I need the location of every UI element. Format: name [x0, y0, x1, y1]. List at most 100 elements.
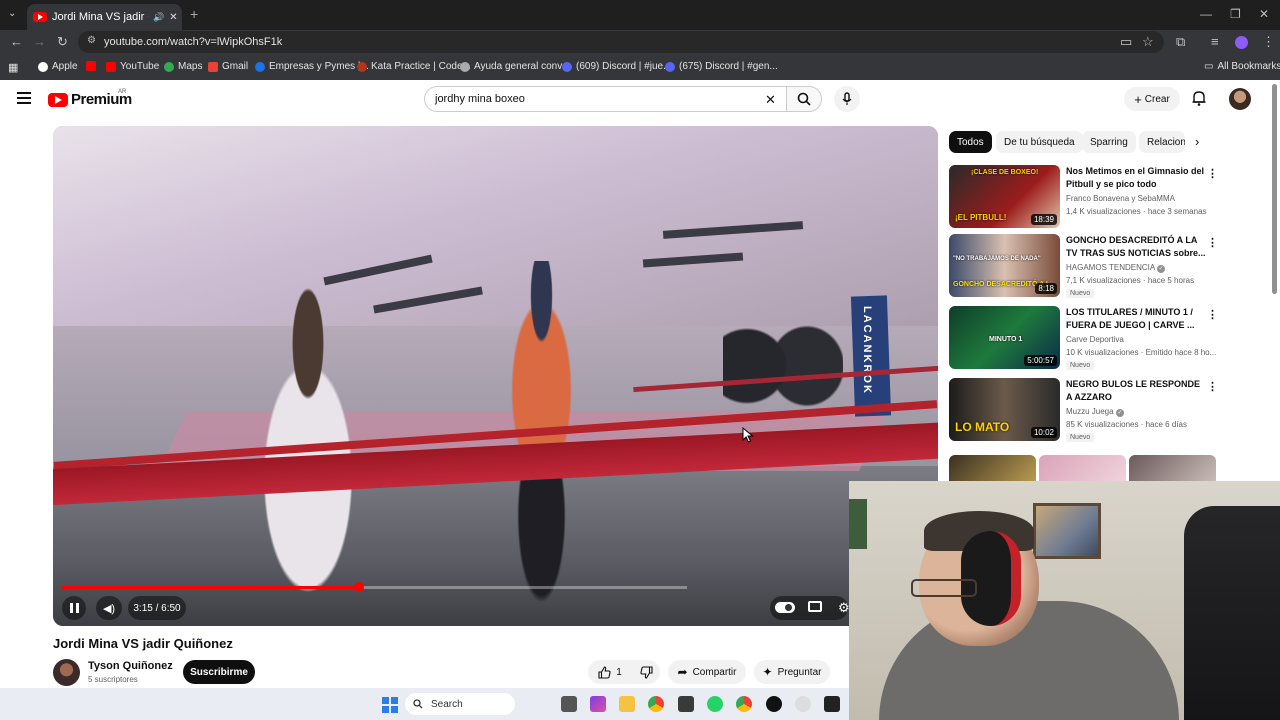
more-options-icon[interactable]: ⋮ [1207, 236, 1218, 249]
ask-button[interactable]: ✦ Preguntar [754, 660, 830, 684]
video-player[interactable]: LACANKROK [53, 126, 938, 626]
youtube-premium-logo[interactable]: Premium AR [48, 89, 132, 108]
chevron-right-icon[interactable]: › [1195, 134, 1199, 149]
audio-playing-icon[interactable]: 🔊 [153, 12, 164, 23]
calculator-icon[interactable] [678, 696, 694, 712]
notifications-button[interactable] [1192, 90, 1206, 111]
bookmark-youtube-red[interactable] [86, 61, 96, 71]
app-icon[interactable] [590, 696, 606, 712]
microphone-icon [842, 92, 852, 105]
spectators [723, 276, 843, 426]
thumbnail-text: ¡CLASE DE BOXEO! [971, 169, 1039, 176]
browser-tab[interactable]: Jordi Mina VS jadir Quiñonez 🔊 ✕ [27, 4, 182, 30]
recommendation-meta: 7,1 K visualizaciones · hace 5 horas [1066, 276, 1195, 285]
bookmark-kata[interactable]: Kata Practice | Code... [357, 61, 471, 72]
bookmark-gmail[interactable]: Gmail [208, 61, 248, 72]
search-input[interactable]: jordhy mina boxeo ✕ [424, 86, 786, 112]
file-explorer-icon[interactable] [619, 696, 635, 712]
profile-icon[interactable] [1235, 36, 1248, 49]
duration-badge: 18:39 [1030, 214, 1057, 225]
app-icon[interactable] [766, 696, 782, 712]
chip-de-tu-busqueda[interactable]: De tu búsqueda [996, 131, 1083, 153]
page-scrollbar[interactable] [1272, 84, 1277, 294]
apps-grid-icon[interactable]: ▦ [8, 61, 18, 74]
recommendation-item[interactable]: "NO TRABAJAMOS DE NADA" GONCHO DESACREDI… [949, 234, 1219, 298]
like-button[interactable]: 1 [588, 660, 632, 684]
volume-icon: ◀) [102, 602, 116, 615]
app-icon[interactable] [795, 696, 811, 712]
tab-close-icon[interactable]: ✕ [169, 12, 177, 23]
recommendation-item[interactable]: LO MATO 10:02 NEGRO BULOS LE RESPONDE A … [949, 378, 1219, 442]
chrome-icon[interactable] [736, 696, 752, 712]
chrome-menu-icon[interactable]: ⋮ [1262, 34, 1275, 50]
recommendation-item[interactable]: MINUTO 1 5:00:57 LOS TITULARES / MINUTO … [949, 306, 1219, 370]
minimize-icon[interactable]: — [1200, 7, 1212, 21]
voice-search-button[interactable] [834, 86, 860, 112]
channel-avatar[interactable] [53, 659, 80, 686]
clear-search-icon[interactable]: ✕ [765, 92, 776, 108]
dislike-button[interactable] [632, 660, 660, 684]
address-bar[interactable]: ⚙ youtube.com/watch?v=lWipkOhsF1k [78, 31, 1164, 53]
share-button[interactable]: ➦ Compartir [668, 660, 746, 684]
video-thumbnail: ¡CLASE DE BOXEO! ¡EL PITBULL! 18:39 [949, 165, 1060, 228]
reload-icon[interactable]: ↻ [57, 34, 68, 50]
bank-icon [255, 61, 265, 72]
bookmark-empresas[interactable]: Empresas y Pymes |... [255, 61, 369, 72]
duration-badge: 10:02 [1030, 427, 1057, 438]
chip-relacionados[interactable]: Relacion [1139, 131, 1185, 153]
windows-start-icon[interactable] [382, 697, 398, 713]
thumbnail-text: MINUTO 1 [989, 336, 1023, 343]
more-options-icon[interactable]: ⋮ [1207, 167, 1218, 180]
bookmark-discord-1[interactable]: (609) Discord | #jue... [562, 61, 671, 72]
bookmark-star-icon[interactable]: ☆ [1142, 34, 1154, 50]
subscribe-button[interactable]: Suscribirme [183, 660, 255, 684]
account-avatar[interactable] [1229, 88, 1251, 110]
codewars-icon [357, 61, 367, 72]
cast-icon[interactable]: ▭ [1120, 34, 1132, 50]
taskbar-search[interactable]: Search [405, 693, 515, 715]
all-bookmarks[interactable]: ▭ All Bookmarks [1204, 61, 1280, 72]
tab-title: Jordi Mina VS jadir Quiñonez [52, 11, 148, 23]
new-badge: Nuevo [1066, 361, 1095, 370]
autoplay-toggle[interactable] [775, 602, 795, 613]
maximize-icon[interactable]: ❐ [1230, 7, 1241, 21]
site-info-icon[interactable]: ⚙ [87, 35, 96, 46]
tab-search-icon[interactable]: ⌄ [8, 8, 16, 19]
video-thumbnail[interactable] [1129, 455, 1216, 481]
more-options-icon[interactable]: ⋮ [1207, 308, 1218, 321]
bookmark-discord-2[interactable]: (675) Discord | #gen... [665, 61, 778, 72]
pause-button[interactable] [62, 596, 86, 620]
back-icon[interactable]: ← [10, 34, 23, 49]
browser-tab-strip: ⌄ Jordi Mina VS jadir Quiñonez 🔊 ✕ + — ❐… [0, 0, 1280, 30]
chrome-icon[interactable] [648, 696, 664, 712]
mute-button[interactable]: ◀) [96, 596, 122, 620]
bookmark-apple[interactable]: Apple [38, 61, 78, 72]
video-thumbnail[interactable] [1039, 455, 1126, 481]
create-button[interactable]: + Crear [1124, 87, 1180, 111]
whatsapp-icon[interactable] [707, 696, 723, 712]
app-icon[interactable] [824, 696, 840, 712]
bookmark-maps[interactable]: Maps [164, 61, 202, 72]
chip-sparring[interactable]: Sparring [1082, 131, 1136, 153]
video-thumbnail[interactable] [949, 455, 1036, 481]
logo-country-code: AR [118, 89, 127, 95]
recommendation-channel: Carve Deportiva [1066, 335, 1124, 344]
chip-todos[interactable]: Todos [949, 131, 992, 153]
forward-icon[interactable]: → [33, 34, 46, 49]
bookmark-ayuda[interactable]: Ayuda general conv... [460, 61, 570, 72]
extensions-icon[interactable]: ⧉ [1176, 34, 1185, 50]
new-tab-icon[interactable]: + [190, 6, 198, 22]
hamburger-menu-icon[interactable] [17, 92, 31, 104]
task-view-icon[interactable] [561, 696, 577, 712]
media-icon[interactable]: ≡ [1211, 34, 1219, 49]
settings-gear-icon[interactable]: ⚙ [838, 600, 850, 616]
search-query: jordhy mina boxeo [435, 93, 525, 105]
recommendation-item[interactable]: ¡CLASE DE BOXEO! ¡EL PITBULL! 18:39 Nos … [949, 165, 1219, 229]
banner-text: LACANKROK [861, 306, 873, 395]
more-options-icon[interactable]: ⋮ [1207, 380, 1218, 393]
subtitles-icon[interactable] [808, 601, 822, 612]
close-window-icon[interactable]: ✕ [1259, 7, 1269, 21]
channel-name[interactable]: Tyson Quiñonez [88, 660, 173, 672]
bookmark-youtube[interactable]: YouTube [106, 61, 159, 72]
search-button[interactable] [786, 86, 822, 112]
